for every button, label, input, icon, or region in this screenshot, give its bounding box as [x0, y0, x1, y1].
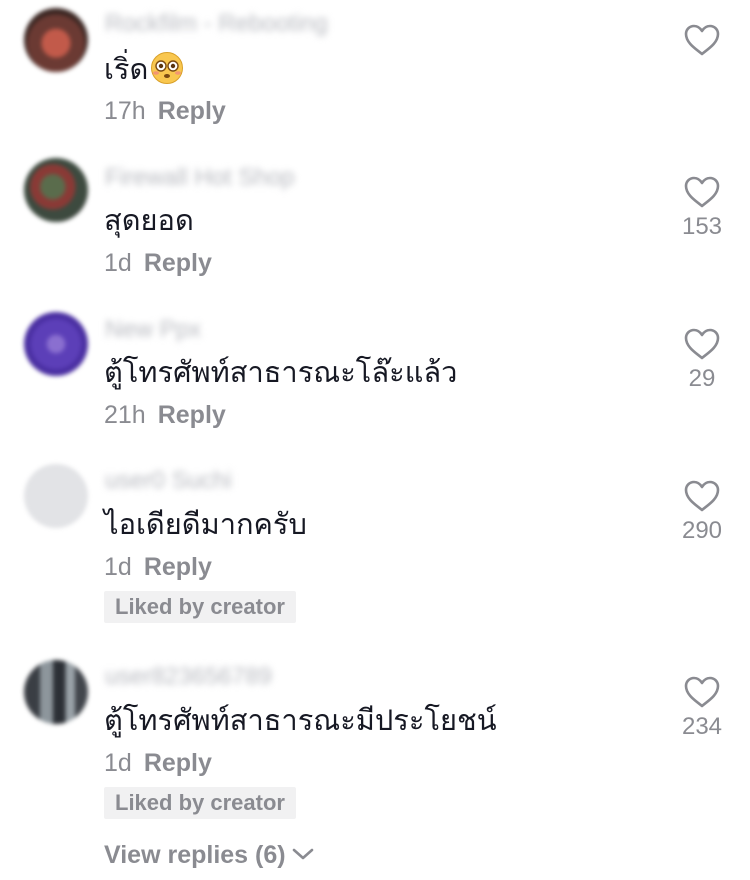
comment-username[interactable]: New Ppx	[105, 318, 201, 342]
comment-meta: 1d Reply	[104, 552, 212, 582]
comment-text: ตู้โทรศัพท์สาธารณะโล๊ะแล้ว	[104, 357, 458, 389]
liked-by-creator-badge: Liked by creator	[104, 591, 296, 623]
comment-meta: 1d Reply	[104, 748, 212, 778]
comment-time: 1d	[104, 249, 132, 277]
avatar[interactable]	[24, 312, 88, 376]
comment-meta: 17h Reply	[104, 96, 226, 126]
reply-button[interactable]: Reply	[144, 553, 212, 581]
avatar[interactable]	[24, 158, 88, 222]
comment-text: เริ่ด	[104, 50, 184, 90]
view-replies-button[interactable]: View replies (6)	[104, 840, 314, 870]
heart-outline-icon[interactable]	[684, 176, 720, 208]
comment-text-content: เริ่ด	[104, 54, 149, 86]
like-count: 29	[688, 365, 716, 392]
reply-button[interactable]: Reply	[158, 401, 226, 429]
comment-username[interactable]: user0 Suchi	[105, 469, 232, 493]
comment-time: 1d	[104, 553, 132, 581]
comment-username[interactable]: Firewall Hot Shop	[105, 166, 294, 190]
comment-text: ไอเดียดีมากครับ	[104, 509, 307, 541]
chevron-down-icon	[292, 848, 313, 860]
reply-button[interactable]: Reply	[144, 749, 212, 777]
comment-text: สุดยอด	[104, 205, 194, 237]
like-count: 290	[681, 517, 723, 544]
view-replies-label: View replies (6)	[104, 841, 286, 869]
comment-time: 21h	[104, 401, 146, 429]
comment-time: 17h	[104, 97, 146, 125]
comment-meta: 1d Reply	[104, 248, 212, 278]
avatar[interactable]	[24, 464, 88, 528]
comment-meta: 21h Reply	[104, 400, 226, 430]
comment-username[interactable]: user823656789	[105, 665, 272, 689]
comment-time: 1d	[104, 749, 132, 777]
comment-text: ตู้โทรศัพท์สาธารณะมีประโยชน์	[104, 705, 497, 737]
comment-username[interactable]: Rockfilm - Rebooting	[105, 12, 328, 36]
like-count: 153	[681, 213, 723, 240]
avatar[interactable]	[24, 8, 88, 72]
reply-button[interactable]: Reply	[158, 97, 226, 125]
reply-button[interactable]: Reply	[144, 249, 212, 277]
avatar[interactable]	[24, 660, 88, 724]
heart-outline-icon[interactable]	[684, 328, 720, 360]
heart-outline-icon[interactable]	[684, 480, 720, 512]
heart-outline-icon[interactable]	[684, 24, 720, 56]
liked-by-creator-badge: Liked by creator	[104, 787, 296, 819]
like-count: 234	[681, 713, 723, 740]
flushed-face-emoji	[151, 52, 184, 84]
heart-outline-icon[interactable]	[684, 676, 720, 708]
